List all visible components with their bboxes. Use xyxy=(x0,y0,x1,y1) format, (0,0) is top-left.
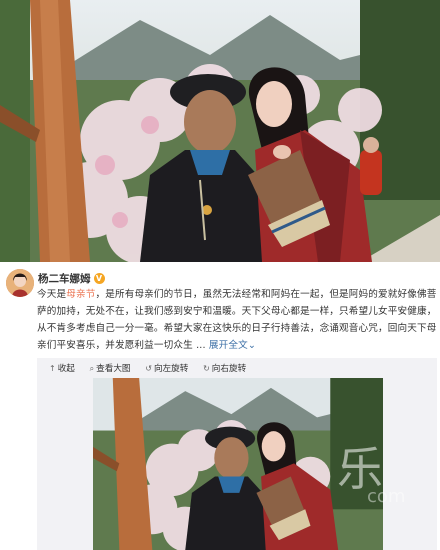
view-large-label: 查看大图 xyxy=(96,364,131,374)
media-container: ↑ 收起 ⌕ 查看大图 ↺ 向左旋转 ↻ 向右旋转 乐 com xyxy=(37,358,437,550)
view-large-button[interactable]: ⌕ 查看大图 xyxy=(90,362,131,374)
post-text-part1: 今天是 xyxy=(37,289,67,300)
collapse-button[interactable]: ↑ 收起 xyxy=(49,362,75,374)
username[interactable]: 杨二车娜姆 V xyxy=(38,271,105,286)
avatar[interactable] xyxy=(6,269,34,297)
rotate-left-icon: ↺ xyxy=(145,364,152,373)
arrow-up-icon: ↑ xyxy=(49,364,56,373)
username-text[interactable]: 杨二车娜姆 xyxy=(38,273,91,285)
expand-full-text-link[interactable]: 展开全文⌄ xyxy=(209,340,256,351)
rotate-left-button[interactable]: ↺ 向左旋转 xyxy=(145,362,188,374)
weibo-post: 杨二车娜姆 V 今天是母亲节，是所有母亲们的节日，虽然无法经常和阿妈在一起，但是阿… xyxy=(0,262,440,550)
post-photo-large xyxy=(0,0,440,262)
verified-badge-icon: V xyxy=(93,273,105,284)
chevron-down-icon: ⌄ xyxy=(247,340,257,351)
magnifier-icon: ⌕ xyxy=(89,364,95,373)
rotate-right-button[interactable]: ↻ 向右旋转 xyxy=(203,362,246,374)
rotate-right-icon: ↻ xyxy=(203,364,210,373)
hashtag-link[interactable]: 母亲节 xyxy=(66,289,95,300)
media-toolbar: ↑ 收起 ⌕ 查看大图 ↺ 向左旋转 ↻ 向右旋转 xyxy=(49,362,258,376)
expand-label[interactable]: 展开全文 xyxy=(209,340,248,351)
collapse-label: 收起 xyxy=(57,364,75,374)
post-photo-expanded[interactable] xyxy=(93,378,383,550)
rotate-left-label: 向左旋转 xyxy=(153,364,189,374)
rotate-right-label: 向右旋转 xyxy=(211,364,247,374)
post-text: 今天是母亲节，是所有母亲们的节日，虽然无法经常和阿妈在一起，但是阿妈的爱就好像佛… xyxy=(37,286,437,354)
